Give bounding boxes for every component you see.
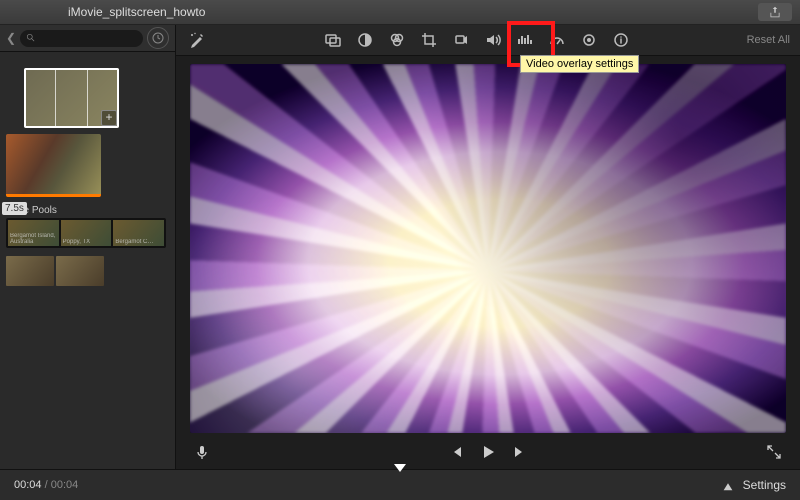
zoom-icon[interactable] (721, 478, 735, 492)
time-total: 00:04 (51, 479, 79, 491)
main-area: ❮ 7.5s + Tide Pools Bergamot (0, 25, 800, 469)
clock-filter-icon[interactable] (147, 27, 169, 49)
preview-frame-image (190, 64, 786, 433)
adjust-tools (322, 29, 632, 51)
browser-back-icon[interactable]: ❮ (6, 31, 16, 45)
speed-icon[interactable] (546, 29, 568, 51)
browser-top-bar: ❮ (0, 25, 175, 52)
video-overlay-icon[interactable] (322, 29, 344, 51)
volume-icon[interactable] (482, 29, 504, 51)
crop-icon[interactable] (418, 29, 440, 51)
preview-viewer[interactable] (190, 64, 786, 433)
mic-icon[interactable] (190, 440, 214, 464)
prev-icon[interactable] (444, 440, 468, 464)
adjust-toolbar: Reset All Video overlay settings (176, 25, 800, 56)
tooltip: Video overlay settings (520, 55, 639, 73)
timeline-bar: 00:04 / 00:04 Settings (0, 469, 800, 500)
color-correction-icon[interactable] (386, 29, 408, 51)
reset-all-button[interactable]: Reset All (747, 34, 790, 46)
viewer-panel: Reset All Video overlay settings (176, 25, 800, 469)
filter-icon[interactable] (578, 29, 600, 51)
play-icon[interactable] (476, 440, 500, 464)
title-card-strip[interactable]: Bergamot Island, Australia Poppy, TX Ber… (6, 218, 166, 248)
title-thumb-1[interactable]: Bergamot Island, Australia (8, 220, 59, 246)
clip-thumb-2[interactable] (6, 134, 101, 197)
color-balance-icon[interactable] (354, 29, 376, 51)
imovie-window: iMovie_splitscreen_howto ❮ 7.5s + (0, 0, 800, 500)
add-clip-icon[interactable]: + (101, 110, 117, 126)
transport-bar (176, 435, 800, 469)
mini-thumb-1[interactable] (6, 256, 54, 286)
title-thumb-2[interactable]: Poppy, TX (61, 220, 112, 246)
auto-enhance-icon[interactable] (186, 29, 208, 51)
next-icon[interactable] (508, 440, 532, 464)
mini-thumb-2[interactable] (56, 256, 104, 286)
project-title: iMovie_splitscreen_howto (8, 5, 758, 19)
title-thumb-3[interactable]: Bergamot C… (113, 220, 164, 246)
share-button[interactable] (758, 3, 792, 21)
titlebar: iMovie_splitscreen_howto (0, 0, 800, 25)
search-input[interactable] (20, 30, 143, 47)
clip-duration-badge: 7.5s (2, 202, 27, 215)
time-current: 00:04 (14, 479, 42, 491)
title-card-group: Tide Pools Bergamot Island, Australia Po… (6, 203, 166, 248)
settings-button[interactable]: Settings (743, 478, 786, 492)
timecode: 00:04 / 00:04 (14, 479, 78, 491)
clip-thumbnails: 7.5s + Tide Pools Bergamot Island, Austr… (0, 52, 175, 469)
stabilization-icon[interactable] (450, 29, 472, 51)
media-browser: ❮ 7.5s + Tide Pools Bergamot (0, 25, 176, 469)
clip-thumb-1[interactable]: + (24, 68, 119, 128)
info-icon[interactable] (610, 29, 632, 51)
mini-thumbs (6, 256, 169, 286)
fullscreen-icon[interactable] (762, 440, 786, 464)
playhead-marker[interactable] (394, 464, 406, 479)
noise-eq-icon[interactable] (514, 29, 536, 51)
title-card-heading: Tide Pools (6, 203, 166, 218)
